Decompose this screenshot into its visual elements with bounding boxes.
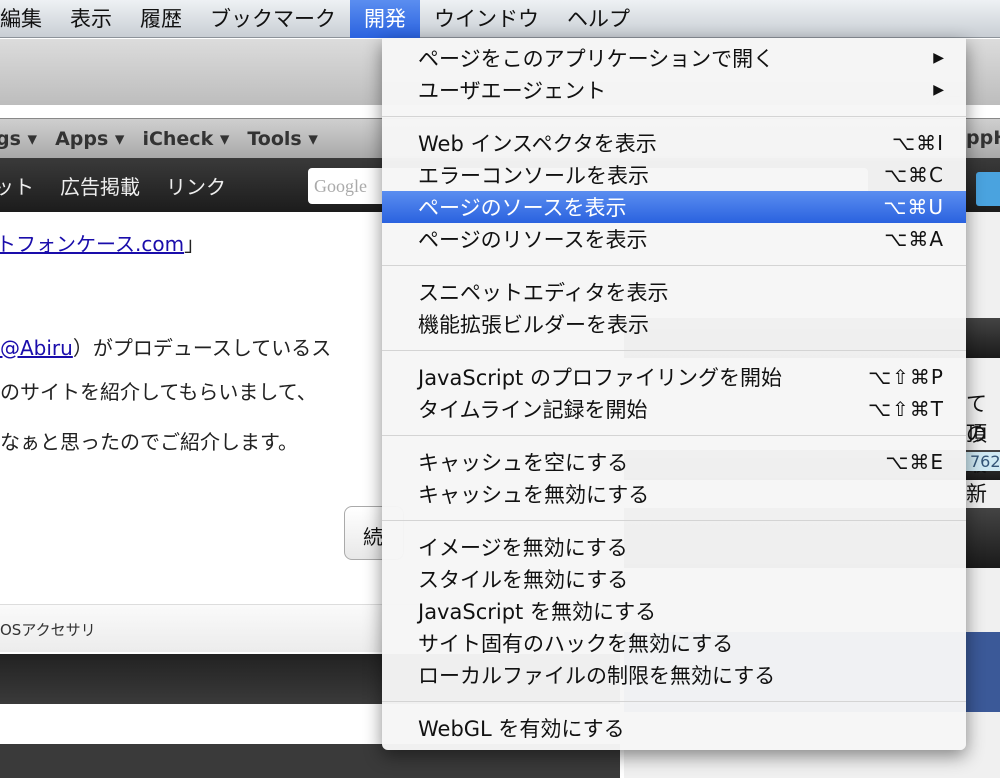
- menu-item[interactable]: スニペットエディタを表示: [382, 276, 966, 308]
- menu-item-label: 機能拡張ビルダーを表示: [418, 313, 649, 337]
- menu-item-label: サイト固有のハックを無効にする: [418, 632, 734, 656]
- menu-item[interactable]: Web インスペクタを表示 ⌥⌘I: [382, 127, 966, 159]
- develop-menu: ページをこのアプリケーションで開く ▶ ユーザエージェント ▶ Web インスペクタを表…: [382, 38, 966, 750]
- menu-item[interactable]: JavaScript のプロファイリングを開始 ⌥⇧⌘P: [382, 361, 966, 393]
- menu-item-label: タイムライン記録を開始: [418, 398, 648, 422]
- menu-item-label: JavaScript のプロファイリングを開始: [418, 366, 782, 390]
- shortcut-label: ⌥⇧⌘T: [867, 397, 944, 421]
- site-nav-link[interactable]: ット: [0, 171, 34, 200]
- menu-item-label: エラーコンソールを表示: [418, 164, 649, 188]
- shortcut-label: ⌥⌘I: [892, 131, 944, 155]
- menu-item-label: WebGL を有効にする: [418, 717, 625, 741]
- title-suffix: 」: [184, 232, 205, 256]
- separator-line: [382, 520, 966, 521]
- menubar-item[interactable]: ウインドウ: [420, 0, 553, 38]
- menu-item[interactable]: ユーザエージェント ▶: [382, 74, 966, 106]
- shortcut-label: ⌥⇧⌘P: [868, 365, 944, 389]
- menu-item[interactable]: タイムライン記録を開始 ⌥⇧⌘T: [382, 393, 966, 425]
- menu-item-label: Web インスペクタを表示: [418, 132, 657, 156]
- menu-item[interactable]: イメージを無効にする: [382, 531, 966, 563]
- menu-item-label: キャッシュを無効にする: [418, 483, 650, 507]
- menu-item[interactable]: WebGL を有効にする: [382, 712, 966, 744]
- submenu-arrow-icon: ▶: [933, 82, 944, 98]
- menu-item[interactable]: エラーコンソールを表示 ⌥⌘C: [382, 159, 966, 191]
- menu-item-label: JavaScript を無効にする: [418, 600, 657, 624]
- menu-separator: [382, 510, 966, 531]
- menu-item[interactable]: スタイルを無効にする: [382, 563, 966, 595]
- article-line-1: ）がプロデュースしているス: [72, 336, 332, 360]
- menubar-item[interactable]: 表示: [56, 0, 126, 38]
- menubar-item[interactable]: 編集: [0, 0, 56, 38]
- separator-line: [382, 265, 966, 266]
- mention-link[interactable]: @Abiru: [0, 336, 73, 360]
- menubar-item[interactable]: ヘルプ: [553, 0, 644, 38]
- site-nav-link[interactable]: 広告掲載: [60, 171, 140, 200]
- shortcut-label: ⌥⌘A: [884, 227, 944, 251]
- submenu-arrow-icon: ▶: [933, 50, 944, 66]
- bookmark-folder[interactable]: iCheck ▾: [142, 128, 229, 150]
- menu-item-label: キャッシュを空にする: [418, 451, 629, 475]
- bookmark-folder[interactable]: Tools ▾: [247, 128, 318, 150]
- separator-line: [382, 116, 966, 117]
- menu-item[interactable]: ページのソースを表示 ⌥⌘U: [382, 191, 966, 223]
- site-nav-link[interactable]: リンク: [166, 171, 226, 200]
- menu-item-label: ローカルファイルの制限を無効にする: [418, 664, 776, 688]
- menubar-item[interactable]: ブックマーク: [196, 0, 350, 38]
- menu-item-label: ページのソースを表示: [418, 196, 627, 220]
- menu-item[interactable]: キャッシュを空にする ⌥⌘E: [382, 446, 966, 478]
- menu-item[interactable]: ページをこのアプリケーションで開く ▶: [382, 42, 966, 74]
- menu-item[interactable]: サイト固有のハックを無効にする: [382, 627, 966, 659]
- article-title-link[interactable]: トフォンケース.com: [0, 232, 184, 256]
- bookmark-folder[interactable]: Apps ▾: [55, 128, 124, 150]
- menu-bar: 編集 表示 履歴 ブックマーク 開発 ウインドウ ヘルプ: [0, 0, 1000, 38]
- menu-item-label: スニペットエディタを表示: [418, 281, 669, 305]
- menu-separator: [382, 340, 966, 361]
- menubar-item[interactable]: 履歴: [126, 0, 196, 38]
- bookmark-partial[interactable]: ppH: [966, 127, 1000, 149]
- menu-item[interactable]: 機能拡張ビルダーを表示: [382, 308, 966, 340]
- menu-item[interactable]: ローカルファイルの制限を無効にする: [382, 659, 966, 691]
- separator-line: [382, 350, 966, 351]
- menu-item-label: イメージを無効にする: [418, 536, 628, 560]
- menu-separator: [382, 691, 966, 712]
- menu-item-label: ユーザエージェント: [418, 79, 607, 103]
- social-icon[interactable]: [976, 172, 1000, 206]
- menu-separator: [382, 425, 966, 446]
- shortcut-label: ⌥⌘E: [885, 450, 944, 474]
- separator-line: [382, 435, 966, 436]
- menu-item-label: ページのリソースを表示: [418, 228, 648, 252]
- bookmark-folder[interactable]: gs ▾: [0, 128, 37, 150]
- menu-item-label: スタイルを無効にする: [418, 568, 629, 592]
- separator-line: [382, 701, 966, 702]
- feed-count: 762: [966, 452, 1000, 471]
- menu-item[interactable]: JavaScript を無効にする: [382, 595, 966, 627]
- shortcut-label: ⌥⌘C: [883, 163, 944, 187]
- breadcrumb-item[interactable]: OSアクセサリ: [0, 621, 96, 639]
- shortcut-label: ⌥⌘U: [883, 195, 944, 219]
- article-line-2: のサイトを紹介してもらいまして、: [0, 380, 317, 404]
- article-line-3: なぁと思ったのでご紹介します。: [0, 430, 298, 454]
- menu-separator: [382, 106, 966, 127]
- menu-item[interactable]: キャッシュを無効にする: [382, 478, 966, 510]
- menu-item-label: ページをこのアプリケーションで開く: [418, 47, 775, 71]
- menubar-item[interactable]: 開発: [350, 0, 420, 38]
- menu-separator: [382, 255, 966, 276]
- menu-item[interactable]: ページのリソースを表示 ⌥⌘A: [382, 223, 966, 255]
